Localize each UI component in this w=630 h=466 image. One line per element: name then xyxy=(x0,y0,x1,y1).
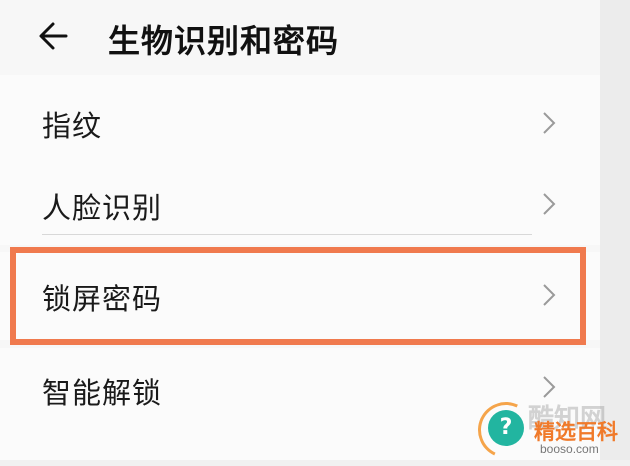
chevron-right-icon xyxy=(543,112,556,134)
biometrics-card: 指纹 人脸识别 xyxy=(0,75,600,245)
menu-item-label: 锁屏密码 xyxy=(42,282,163,316)
watermark-domain: booso.com xyxy=(540,442,599,456)
page-title: 生物识别和密码 xyxy=(108,22,340,60)
menu-item-label: 指纹 xyxy=(42,109,103,143)
menu-item-label: 智能解锁 xyxy=(42,376,163,410)
menu-item-fingerprint[interactable]: 指纹 xyxy=(0,75,600,155)
chevron-right-icon xyxy=(543,284,556,306)
page-header: 生物识别和密码 xyxy=(0,0,600,75)
chevron-right-icon xyxy=(543,193,556,215)
lock-screen-card: 锁屏密码 xyxy=(0,252,600,340)
menu-item-lock-screen-password[interactable]: 锁屏密码 xyxy=(0,252,600,340)
menu-item-label: 人脸识别 xyxy=(42,191,163,225)
menu-item-face-recognition[interactable]: 人脸识别 xyxy=(0,161,600,241)
settings-screen: 生物识别和密码 指纹 人脸识别 锁屏密码 智能解锁 xyxy=(0,0,600,460)
watermark: 酷知网 ? 精选百科 booso.com xyxy=(470,394,628,466)
arrow-left-icon xyxy=(39,22,68,50)
screen-edge xyxy=(600,0,630,460)
back-button[interactable] xyxy=(36,18,80,54)
question-icon: ? xyxy=(488,410,524,446)
chevron-right-icon xyxy=(543,376,556,398)
